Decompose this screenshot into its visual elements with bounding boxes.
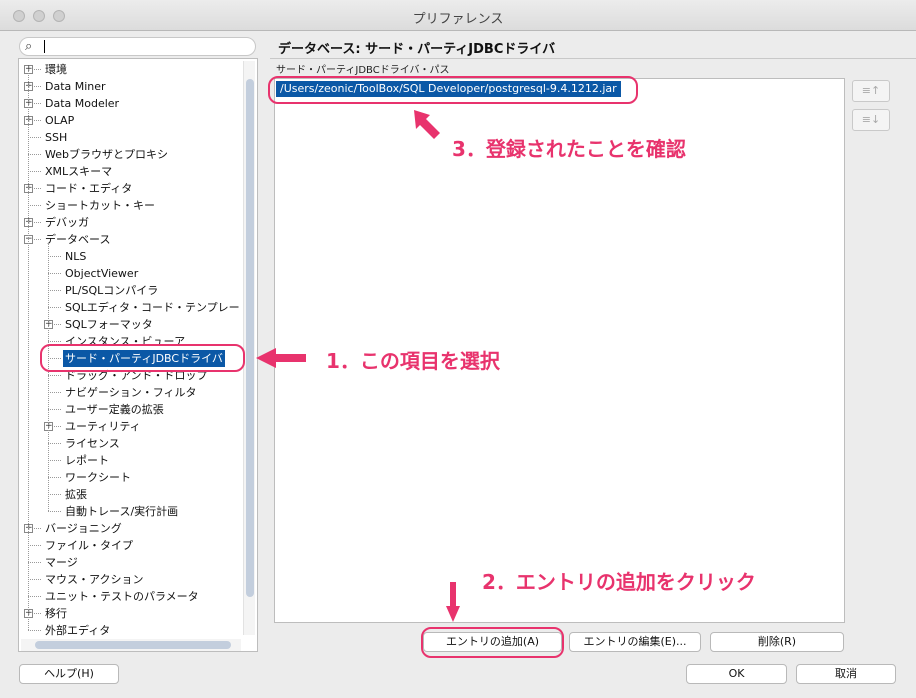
step2-arrow xyxy=(446,582,460,622)
step3-arrow xyxy=(414,110,440,139)
step3-annotation: 3．登録されたことを確認 xyxy=(452,137,686,161)
step1-annotation: 1．この項目を選択 xyxy=(326,349,500,373)
step2-annotation: 2．エントリの追加をクリック xyxy=(482,570,756,594)
step1-arrow xyxy=(256,348,306,368)
